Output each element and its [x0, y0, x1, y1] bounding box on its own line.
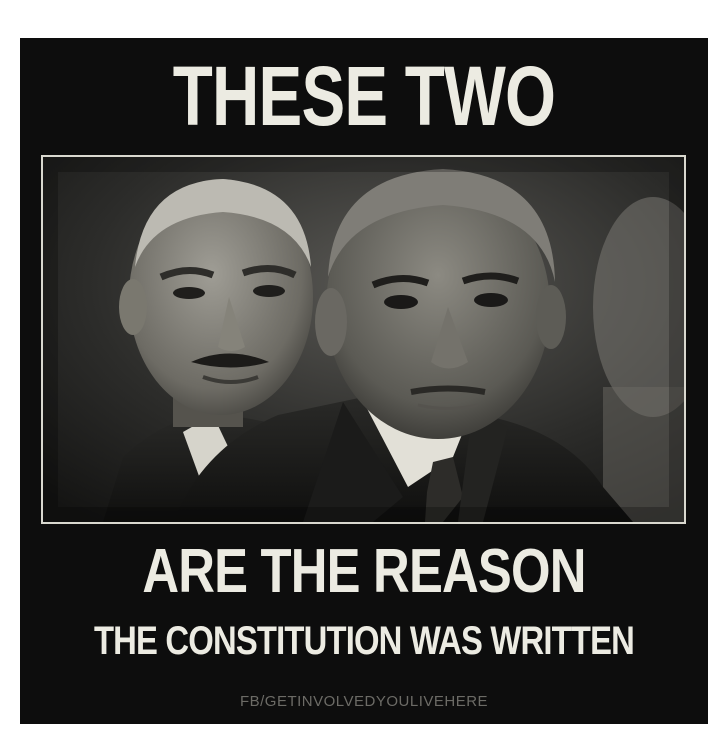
headline-mid: ARE THE REASON [142, 537, 586, 606]
headline-top: THESE TWO [172, 49, 556, 143]
watermark-text: FB/GETINVOLVEDYOULIVEHERE [239, 693, 489, 710]
headline-bottom: THE CONSTITUTION WAS WRITTEN [93, 619, 635, 663]
meme-poster: THESE TWO ARE THE REASON THE CONSTITUTIO… [20, 38, 708, 724]
photo-image [43, 157, 684, 522]
photo-frame [41, 155, 686, 524]
